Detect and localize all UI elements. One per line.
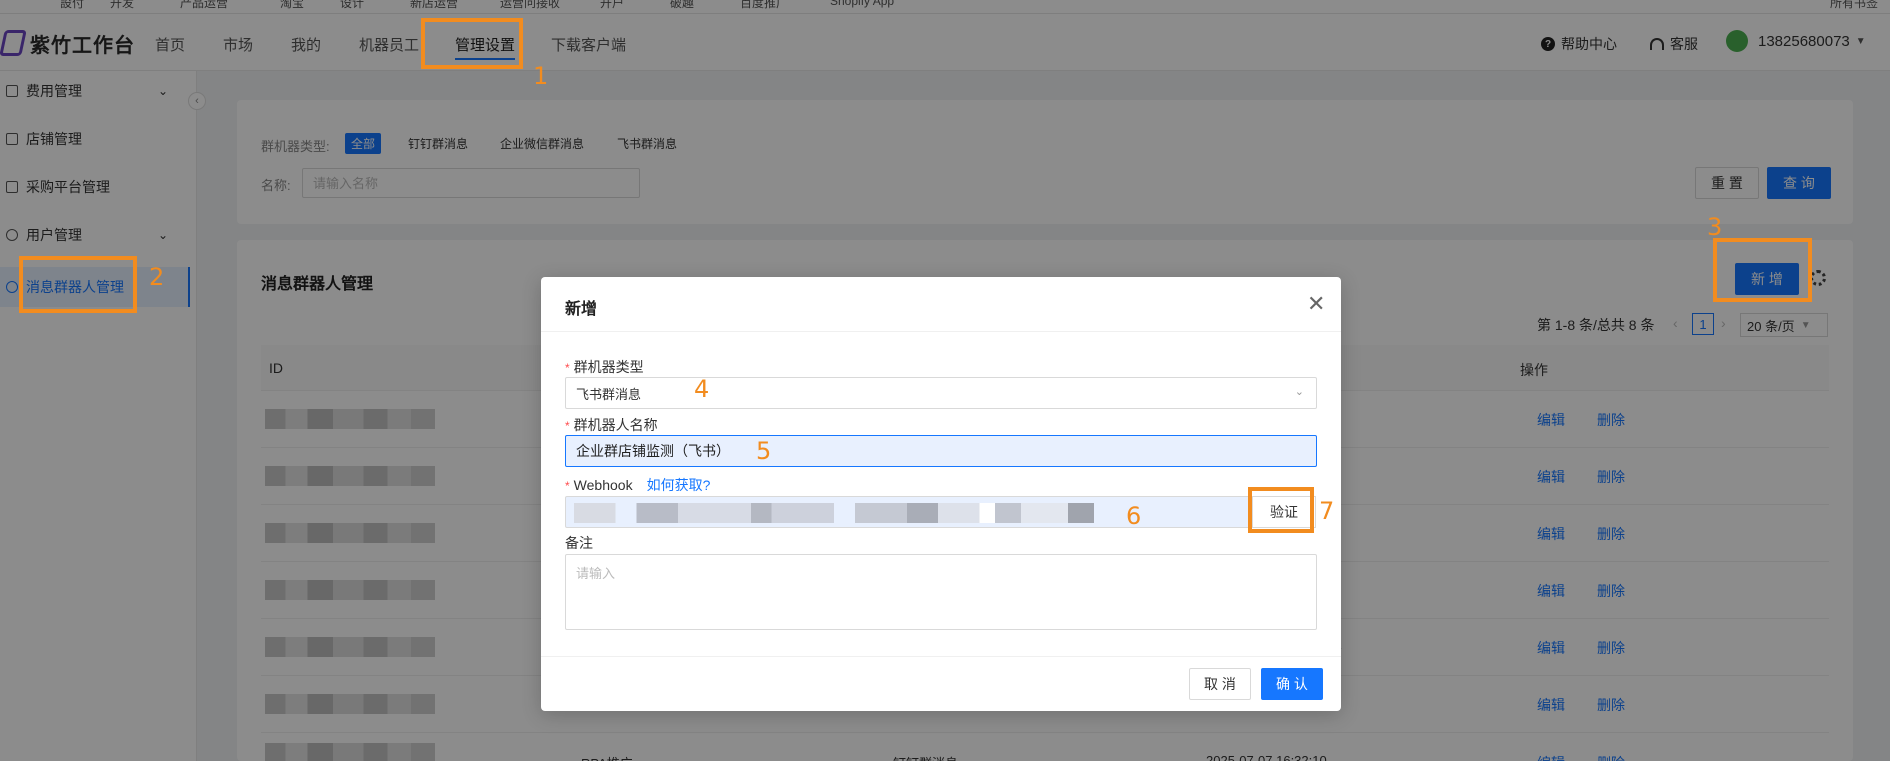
add-robot-dialog: 新增 ✕ *群机器类型 飞书群消息 ⌄ *群机器人名称 *Webhook如何获取… (541, 277, 1341, 711)
annotation-box-7 (1248, 487, 1314, 533)
close-icon[interactable]: ✕ (1307, 291, 1325, 317)
chevron-down-icon: ⌄ (1294, 386, 1304, 398)
label-text: Webhook (573, 477, 633, 493)
label-text: 群机器人名称 (573, 417, 658, 433)
required-mark: * (565, 419, 570, 433)
required-mark: * (565, 361, 570, 375)
dialog-title: 新增 (565, 301, 598, 318)
dialog-footer: 取 消 确 认 (541, 656, 1341, 711)
dialog-header: 新增 ✕ (541, 277, 1341, 332)
robot-name-field-label: * 群机器人名称 (565, 415, 658, 435)
robot-type-field-label: * 群机器类型 (565, 357, 644, 377)
how-to-get-link[interactable]: 如何获取? (647, 477, 711, 493)
remark-textarea[interactable] (565, 554, 1317, 630)
annotation-box-1 (421, 18, 523, 69)
robot-type-select[interactable]: 飞书群消息 ⌄ (565, 377, 1317, 409)
annotation-number-3: 3 (1707, 213, 1723, 241)
annotation-box-2 (19, 256, 137, 313)
annotation-number-1: 1 (533, 62, 549, 90)
webhook-input[interactable] (565, 496, 1250, 528)
annotation-number-5: 5 (756, 437, 772, 465)
annotation-number-4: 4 (694, 375, 710, 403)
annotation-number-6: 6 (1126, 502, 1142, 530)
redacted-webhook-url (574, 503, 1094, 523)
webhook-field-label: * Webhook 如何获取? (565, 475, 710, 495)
required-mark: * (565, 479, 570, 493)
cancel-button[interactable]: 取 消 (1189, 668, 1251, 700)
label-text: 群机器类型 (573, 359, 644, 375)
annotation-number-2: 2 (149, 263, 165, 291)
confirm-button[interactable]: 确 认 (1261, 668, 1323, 700)
annotation-number-7: 7 (1319, 497, 1335, 525)
robot-type-value: 飞书群消息 (576, 386, 642, 402)
robot-name-input[interactable] (565, 435, 1317, 467)
remark-field-label: 备注 (565, 535, 593, 551)
annotation-box-3 (1713, 238, 1812, 302)
